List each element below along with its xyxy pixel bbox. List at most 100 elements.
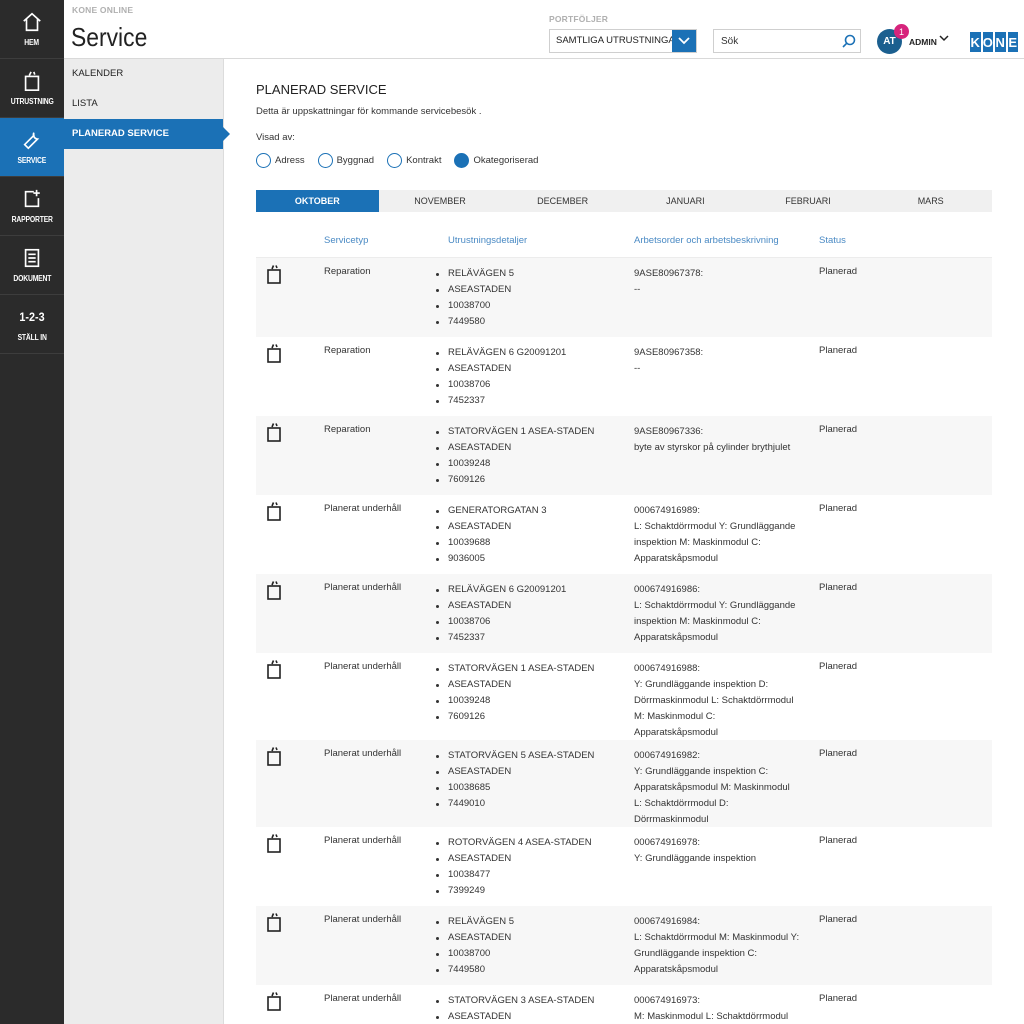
work-order: 000674916986: L: Schaktdörrmodul Y: Grund… xyxy=(634,582,814,646)
search-input[interactable] xyxy=(714,35,838,47)
portfolio-dropdown-button[interactable] xyxy=(672,30,696,52)
equipment-detail-item: ASEASTADEN xyxy=(434,764,594,780)
equipment-detail-item: 7449580 xyxy=(434,962,514,978)
work-order-line: Y: Grundläggande inspektion D: xyxy=(634,679,769,690)
service-table-body: Reparation RELÄVÄGEN 5 ASEASTADEN 10038700 7… xyxy=(256,258,992,1024)
equipment-detail-item: 10038706 xyxy=(434,377,566,393)
equipment-detail-item: 10039688 xyxy=(434,535,547,551)
work-order-line: 000674916989: xyxy=(634,505,701,516)
column-header-work-order[interactable]: Arbetsorder och arbetsbeskrivning xyxy=(634,235,779,246)
nav-reports[interactable]: RAPPORTER xyxy=(0,177,64,236)
table-row[interactable]: Planerat underhåll ROTORVÄGEN 4 ASEA-STAD… xyxy=(256,827,992,906)
equipment-detail-item: 10038477 xyxy=(434,867,592,883)
user-name[interactable]: ADMIN xyxy=(909,37,937,47)
tab-december[interactable]: DECEMBER xyxy=(501,190,624,212)
equipment-detail-item: 10038700 xyxy=(434,298,514,314)
tab-januari[interactable]: JANUARI xyxy=(624,190,747,212)
service-type: Planerat underhåll xyxy=(324,582,402,593)
equipment-icon xyxy=(24,71,40,91)
service-type: Planerat underhåll xyxy=(324,914,402,925)
tab-oktober[interactable]: OKTOBER xyxy=(256,190,379,212)
subnav-item-planned-service[interactable]: PLANERAD SERVICE xyxy=(64,119,230,149)
nav-equipment[interactable]: UTRUSTNING xyxy=(0,59,64,118)
radio-circle[interactable] xyxy=(454,152,470,168)
status-text: Planerad xyxy=(819,748,858,759)
main-navigation: HEM UTRUSTNING SERVICE RAPPORTER DOKUMEN… xyxy=(0,0,64,1024)
nav-documents[interactable]: DOKUMENT xyxy=(0,236,64,295)
equipment-detail-item: RELÄVÄGEN 6 G20091201 xyxy=(434,582,566,598)
status-text: Planerad xyxy=(819,661,858,672)
work-order-line: 000674916973: xyxy=(634,995,701,1006)
equipment-icon xyxy=(266,912,282,935)
table-row[interactable]: Planerat underhåll RELÄVÄGEN 5 ASEASTADEN 1… xyxy=(256,906,992,985)
tab-mars[interactable]: MARS xyxy=(869,190,992,212)
nav-equipment-label: UTRUSTNING xyxy=(10,97,54,106)
radio-circle[interactable] xyxy=(387,152,403,168)
equipment-detail-item: 7452337 xyxy=(434,630,566,646)
radio-address[interactable]: Adress xyxy=(256,152,305,168)
work-order-line: 9ASE80967336: xyxy=(634,426,704,437)
radio-building[interactable]: Byggnad xyxy=(317,152,375,168)
radio-circle[interactable] xyxy=(256,152,271,168)
equipment-icon xyxy=(266,580,282,603)
table-row[interactable]: Planerat underhåll STATORVÄGEN 1 ASEA-STA… xyxy=(256,653,992,740)
service-type: Planerat underhåll xyxy=(324,835,402,846)
service-type: Planerat underhåll xyxy=(324,748,402,759)
tab-februari[interactable]: FEBRUARI xyxy=(747,190,870,212)
work-order: 000674916973: M: Maskinmodul L: Schaktdör… xyxy=(634,993,814,1024)
table-row[interactable]: Reparation STATORVÄGEN 1 ASEA-STADEN ASEAS… xyxy=(256,416,992,495)
work-order-line: M: Maskinmodul L: Schaktdörrmodul xyxy=(634,1011,789,1022)
notification-badge[interactable]: 1 xyxy=(894,24,909,39)
status-text: Planerad xyxy=(819,345,858,356)
equipment-detail-item: ASEASTADEN xyxy=(434,851,592,867)
service-type: Reparation xyxy=(324,345,371,356)
equipment-detail-item: STATORVÄGEN 3 ASEA-STADEN xyxy=(434,993,594,1009)
table-row[interactable]: Reparation RELÄVÄGEN 5 ASEASTADEN 10038700 7… xyxy=(256,258,992,337)
work-order-line: 9ASE80967358: xyxy=(634,347,704,358)
user-menu-chevron-icon[interactable] xyxy=(939,35,949,42)
portfolio-label: PORTFÖLJER xyxy=(549,14,609,24)
radio-contract[interactable]: Kontrakt xyxy=(387,152,441,168)
subnav-item-calendar[interactable]: KALENDER xyxy=(64,59,223,89)
radio-label: Okategoriserad xyxy=(473,154,539,166)
table-row[interactable]: Reparation RELÄVÄGEN 6 G20091201 ASEASTADE… xyxy=(256,337,992,416)
equipment-detail-item: ASEASTADEN xyxy=(434,677,594,693)
work-order-line: 000674916984: xyxy=(634,916,701,927)
radio-uncategorized[interactable]: Okategoriserad xyxy=(454,152,539,168)
work-order-line: Apparatskåpsmodul xyxy=(634,727,718,738)
equipment-detail-item: RELÄVÄGEN 5 xyxy=(434,266,514,282)
kone-logo-letter: K xyxy=(970,32,981,52)
column-header-status[interactable]: Status xyxy=(819,235,846,246)
chevron-down-icon xyxy=(678,37,690,45)
portfolio-dropdown[interactable]: SAMTLIGA UTRUSTNINGAR xyxy=(549,29,697,53)
work-order: 9ASE80967378: -- xyxy=(634,266,814,298)
work-order-line: 9ASE80967378: xyxy=(634,268,704,279)
search-button[interactable] xyxy=(838,34,860,48)
nav-service-label: SERVICE xyxy=(17,156,47,165)
work-order-line: Grundläggande inspektion C: xyxy=(634,948,758,959)
equipment-details: ROTORVÄGEN 4 ASEA-STADEN ASEASTADEN 100384… xyxy=(434,835,592,899)
status-text: Planerad xyxy=(819,582,858,593)
subnav-item-list[interactable]: LISTA xyxy=(64,89,223,119)
nav-home[interactable]: HEM xyxy=(0,0,64,59)
nav-service[interactable]: SERVICE xyxy=(0,118,64,177)
service-subnav: KALENDER LISTA PLANERAD SERVICE xyxy=(64,59,230,1024)
tab-november[interactable]: NOVEMBER xyxy=(379,190,502,212)
column-header-service-type[interactable]: Servicetyp xyxy=(324,235,368,246)
work-order: 000674916989: L: Schaktdörrmodul Y: Grund… xyxy=(634,503,814,567)
top-header: KONE ONLINE Service PORTFÖLJER SAMTLIGA … xyxy=(64,0,1024,59)
column-header-equipment-details[interactable]: Utrustningsdetaljer xyxy=(448,235,527,246)
nav-home-label: HEM xyxy=(24,38,40,47)
radio-label: Byggnad xyxy=(336,154,375,166)
equipment-icon xyxy=(266,659,282,682)
radio-circle[interactable] xyxy=(317,152,333,168)
table-row[interactable]: Planerat underhåll GENERATORGATAN 3 ASEAST… xyxy=(256,495,992,574)
nav-setup[interactable]: 1-2-3 STÄLL IN xyxy=(0,295,64,354)
table-row[interactable]: Planerat underhåll STATORVÄGEN 5 ASEA-STA… xyxy=(256,740,992,827)
table-row[interactable]: Planerat underhåll STATORVÄGEN 3 ASEA-STA… xyxy=(256,985,992,1024)
table-row[interactable]: Planerat underhåll RELÄVÄGEN 6 G20091201 A… xyxy=(256,574,992,653)
work-order-line: Apparatskåpsmodul xyxy=(634,632,718,643)
nav-documents-label: DOKUMENT xyxy=(13,274,51,283)
equipment-details: RELÄVÄGEN 6 G20091201 ASEASTADEN 10038706 7… xyxy=(434,582,566,646)
nav-setup-label: STÄLL IN xyxy=(17,333,47,342)
